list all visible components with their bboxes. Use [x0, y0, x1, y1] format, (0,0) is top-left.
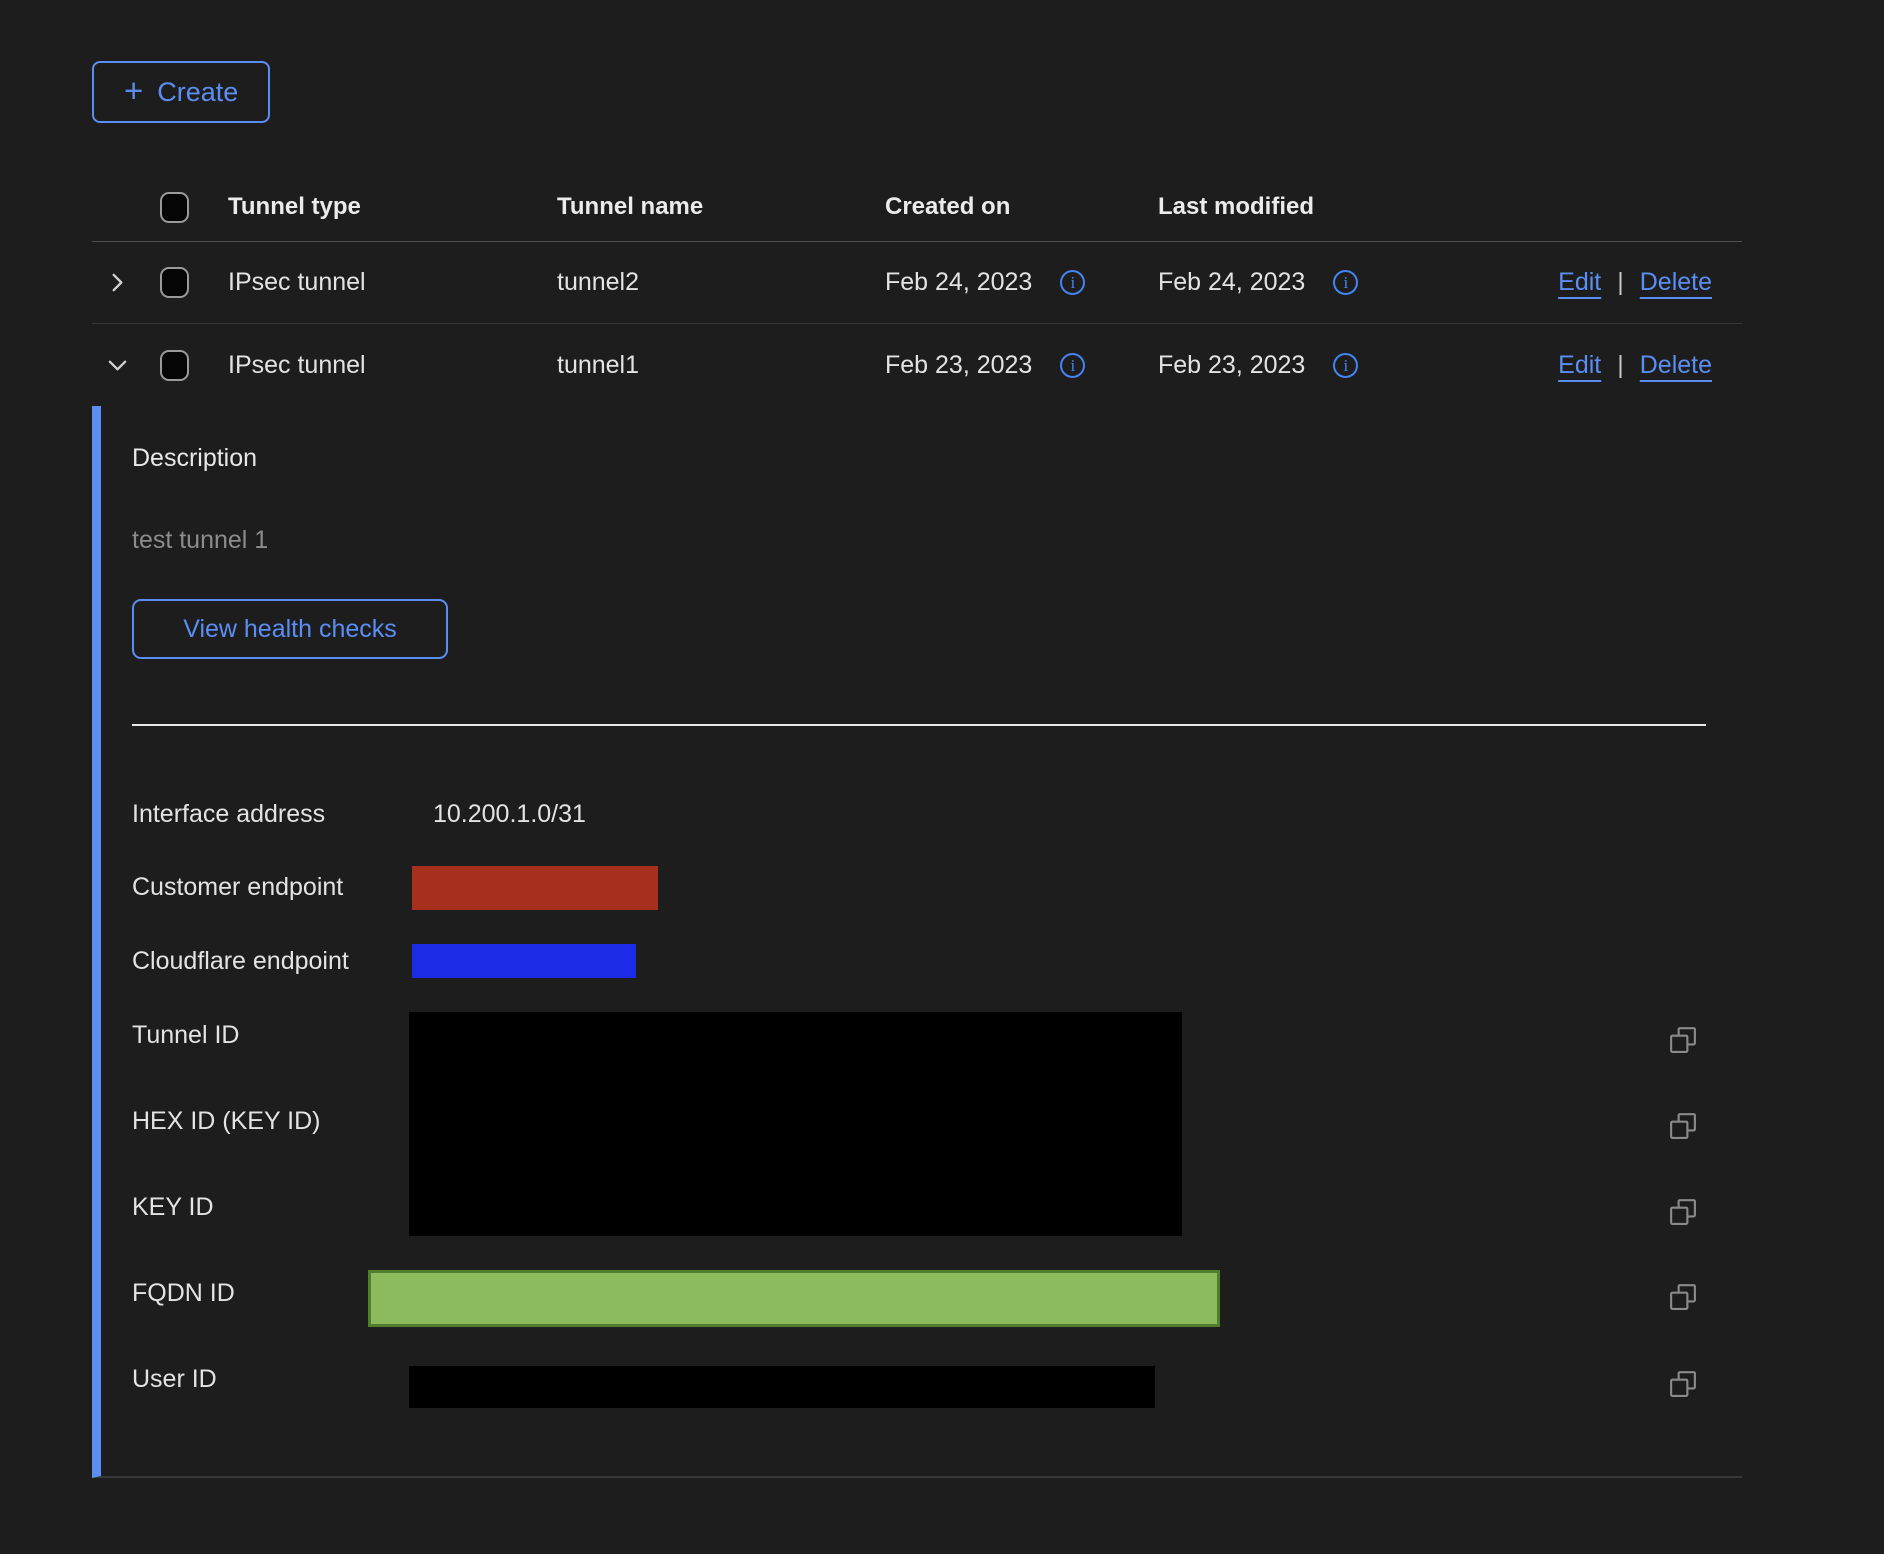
- created-on-cell: Feb 24, 2023: [885, 268, 1032, 297]
- create-button[interactable]: + Create: [92, 61, 270, 123]
- tunnel-id-label: Tunnel ID: [132, 1021, 239, 1050]
- tunnel-name-cell: tunnel1: [557, 351, 885, 380]
- view-health-checks-button[interactable]: View health checks: [132, 599, 448, 659]
- action-separator: |: [1617, 351, 1624, 380]
- copy-key-id-button[interactable]: [1668, 1197, 1698, 1227]
- table-row: IPsec tunnel tunnel1 Feb 23, 2023 i Feb …: [92, 324, 1742, 406]
- copy-icon: [1668, 1369, 1698, 1399]
- customer-endpoint-label: Customer endpoint: [132, 873, 343, 902]
- tunnels-page: + Create Tunnel type Tunnel name Created…: [92, 61, 1742, 1478]
- copy-tunnel-id-button[interactable]: [1668, 1025, 1698, 1055]
- copy-fqdn-id-button[interactable]: [1668, 1282, 1698, 1312]
- table-header-row: Tunnel type Tunnel name Created on Last …: [92, 173, 1742, 242]
- chevron-down-icon: [106, 354, 129, 377]
- copy-icon: [1668, 1282, 1698, 1312]
- created-on-cell: Feb 23, 2023: [885, 351, 1032, 380]
- copy-user-id-button[interactable]: [1668, 1369, 1698, 1399]
- user-id-label: User ID: [132, 1365, 217, 1394]
- tunnel-details-panel: Description test tunnel 1 View health ch…: [92, 406, 1742, 1478]
- action-separator: |: [1617, 268, 1624, 297]
- customer-endpoint-redacted-value: [412, 866, 658, 910]
- info-icon[interactable]: i: [1060, 270, 1085, 295]
- create-button-label: Create: [157, 77, 238, 108]
- hex-id-label: HEX ID (KEY ID): [132, 1107, 320, 1136]
- expand-row-button[interactable]: [104, 269, 131, 296]
- chevron-right-icon: [106, 271, 129, 294]
- delete-link[interactable]: Delete: [1640, 268, 1712, 297]
- row-checkbox[interactable]: [160, 267, 189, 298]
- plus-icon: +: [124, 74, 143, 107]
- tunnel-name-cell: tunnel2: [557, 268, 885, 297]
- collapse-row-button[interactable]: [104, 352, 131, 379]
- copy-icon: [1668, 1197, 1698, 1227]
- copy-icon: [1668, 1111, 1698, 1141]
- last-modified-cell: Feb 24, 2023: [1158, 268, 1305, 297]
- interface-address-label: Interface address: [132, 800, 325, 829]
- key-id-label: KEY ID: [132, 1193, 214, 1222]
- interface-address-value: 10.200.1.0/31: [433, 800, 586, 829]
- header-tunnel-name: Tunnel name: [557, 193, 885, 221]
- table-row: IPsec tunnel tunnel2 Feb 24, 2023 i Feb …: [92, 242, 1742, 324]
- copy-hex-id-button[interactable]: [1668, 1111, 1698, 1141]
- row-checkbox[interactable]: [160, 350, 189, 381]
- section-divider: [132, 724, 1706, 726]
- description-value: test tunnel 1: [132, 526, 268, 555]
- last-modified-cell: Feb 23, 2023: [1158, 351, 1305, 380]
- select-all-checkbox[interactable]: [160, 192, 189, 223]
- info-icon[interactable]: i: [1333, 353, 1358, 378]
- info-icon[interactable]: i: [1333, 270, 1358, 295]
- copy-icon: [1668, 1025, 1698, 1055]
- edit-link[interactable]: Edit: [1558, 268, 1601, 297]
- edit-link[interactable]: Edit: [1558, 351, 1601, 380]
- tunnel-type-cell: IPsec tunnel: [228, 268, 557, 297]
- fqdn-id-label: FQDN ID: [132, 1279, 235, 1308]
- description-label: Description: [132, 444, 257, 473]
- fqdn-id-redacted-value: [368, 1270, 1220, 1327]
- tunnel-type-cell: IPsec tunnel: [228, 351, 557, 380]
- user-id-redacted-value: [409, 1366, 1155, 1408]
- header-last-modified: Last modified: [1158, 193, 1468, 221]
- cloudflare-endpoint-label: Cloudflare endpoint: [132, 947, 349, 976]
- delete-link[interactable]: Delete: [1640, 351, 1712, 380]
- header-created-on: Created on: [885, 193, 1158, 221]
- header-tunnel-type: Tunnel type: [228, 193, 557, 221]
- tunnels-table: Tunnel type Tunnel name Created on Last …: [92, 173, 1742, 1478]
- cloudflare-endpoint-redacted-value: [412, 944, 636, 978]
- info-icon[interactable]: i: [1060, 353, 1085, 378]
- tunnel-hex-key-id-redacted-values: [409, 1012, 1182, 1236]
